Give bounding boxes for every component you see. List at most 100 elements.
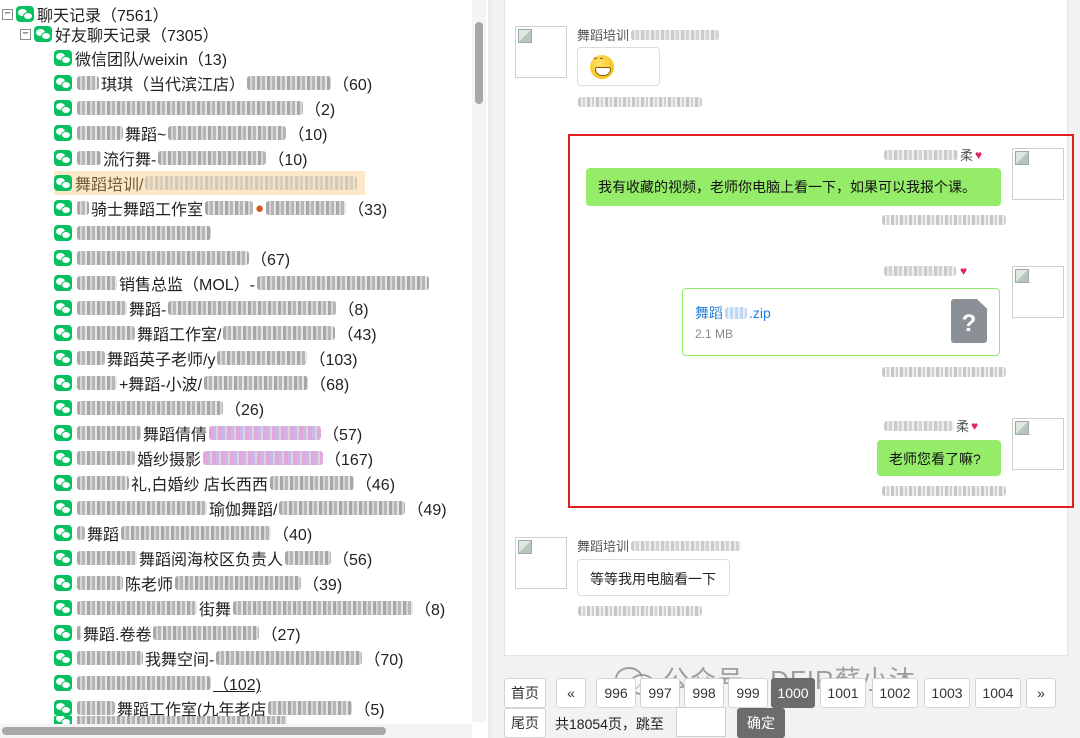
message-bubble-text[interactable]: 等等我用电脑看一下	[577, 559, 730, 596]
page-button-active[interactable]: 1000	[771, 678, 815, 708]
first-page-button[interactable]: 首页	[504, 678, 546, 708]
wechat-icon	[54, 700, 72, 716]
wechat-icon	[54, 600, 72, 616]
scrollbar-thumb[interactable]	[475, 22, 483, 104]
contact-item[interactable]: 舞蹈.卷卷 （27)	[54, 621, 301, 645]
wechat-icon	[54, 550, 72, 566]
contact-item[interactable]: 舞蹈~ （10)	[54, 121, 328, 145]
redacted-text	[266, 201, 347, 215]
contact-item[interactable]	[54, 221, 213, 245]
prev-page-button[interactable]: «	[556, 678, 586, 708]
redacted-text	[205, 201, 254, 215]
contact-item[interactable]: 陈老师 （39)	[54, 571, 342, 595]
contact-item[interactable]: 舞蹈倩倩 （57)	[54, 421, 362, 445]
redacted-text	[268, 701, 353, 715]
message-bubble-text[interactable]: 我有收藏的视频，老师你电脑上看一下，如果可以我报个课。	[586, 168, 1001, 206]
wechat-icon	[54, 400, 72, 416]
page-button[interactable]: 1002	[872, 678, 918, 708]
file-message-card[interactable]: 舞蹈 .zip 2.1 MB ?	[682, 288, 1000, 356]
heart-icon: ♥	[975, 147, 983, 162]
contact-item[interactable]: 流行舞- （10)	[54, 146, 307, 170]
collapse-icon[interactable]: −	[2, 8, 13, 20]
redacted-text	[77, 301, 127, 315]
contact-label: 琪琪（当代滨江店）	[101, 77, 246, 94]
contact-item[interactable]: 礼,白婚纱 店长西西 （46)	[54, 471, 395, 495]
contact-item[interactable]: 舞蹈阅海校区负责人 （56)	[54, 546, 372, 570]
message-bubble-text[interactable]: 老师您看了嘛?	[877, 440, 1001, 476]
page-button[interactable]: 1003	[924, 678, 970, 708]
page-button[interactable]: 1004	[975, 678, 1021, 708]
wechat-icon	[54, 500, 72, 516]
avatar	[1012, 418, 1064, 470]
sender-name: 舞蹈培训	[577, 539, 630, 554]
redacted-text	[233, 601, 414, 615]
contact-item[interactable]: （102)	[54, 671, 261, 695]
redacted-text	[884, 420, 954, 431]
file-name[interactable]: 舞蹈 .zip	[695, 303, 771, 323]
message-timestamp	[578, 606, 702, 616]
last-page-button[interactable]: 尾页	[504, 708, 546, 738]
wechat-icon	[54, 375, 72, 391]
collapse-icon[interactable]: −	[20, 28, 31, 40]
wechat-icon	[54, 300, 72, 316]
message-timestamp	[578, 97, 702, 107]
tree-vertical-scrollbar[interactable]	[472, 0, 486, 722]
redacted-text	[168, 301, 337, 315]
scrollbar-thumb[interactable]	[2, 727, 386, 735]
contact-item[interactable]: 舞蹈工作室/ （43)	[54, 321, 377, 345]
contact-item[interactable]: 舞蹈- （8)	[54, 296, 369, 320]
jump-page-input[interactable]	[676, 707, 726, 737]
grinning-face-icon	[590, 55, 614, 79]
contact-label: 街舞	[199, 602, 232, 619]
redacted-text	[77, 551, 137, 565]
message-sender: 柔 ♥	[882, 145, 982, 164]
contact-item-selected[interactable]: 舞蹈培训/	[54, 171, 366, 195]
contact-count: （68)	[310, 377, 350, 394]
wechat-icon	[54, 125, 72, 141]
redacted-text	[77, 651, 143, 665]
page-button[interactable]: 996	[596, 678, 636, 708]
tree-horizontal-scrollbar[interactable]	[0, 724, 472, 738]
contact-item[interactable]: 婚纱摄影 （167)	[54, 446, 373, 470]
contact-item[interactable]: 舞蹈英子老师/y （103)	[54, 346, 357, 370]
redacted-text	[631, 540, 742, 551]
contact-count: （26)	[225, 402, 265, 419]
contact-item[interactable]: +舞蹈-小波/ （68)	[54, 371, 349, 395]
contact-count: （2)	[305, 102, 336, 119]
contact-count: （102)	[213, 677, 262, 694]
contact-item[interactable]: 瑜伽舞蹈/ （49)	[54, 496, 447, 520]
message-text: 等等我用电脑看一下	[590, 571, 716, 587]
contact-item[interactable]: 琪琪（当代滨江店） （60)	[54, 71, 372, 95]
contact-count: （5)	[354, 702, 385, 719]
redacted-text	[77, 351, 105, 365]
next-page-button[interactable]: »	[1026, 678, 1056, 708]
redacted-text	[77, 101, 303, 115]
contact-label: 瑜伽舞蹈/	[209, 502, 278, 519]
contact-item[interactable]: 销售总监（MOL）-	[54, 271, 431, 295]
contact-item[interactable]: 舞蹈 （40)	[54, 521, 312, 545]
contact-label: 舞蹈培训/	[75, 177, 144, 194]
page-button[interactable]: 1001	[820, 678, 866, 708]
contact-label: 我舞空间-	[145, 652, 215, 669]
contact-item[interactable]: 街舞 （8)	[54, 596, 445, 620]
tree-group-node[interactable]: − 好友聊天记录（7305）	[20, 22, 219, 46]
page-button[interactable]: 997	[640, 678, 680, 708]
contact-count: （39)	[303, 577, 343, 594]
redacted-text	[77, 126, 123, 140]
confirm-jump-button[interactable]: 确定	[737, 708, 785, 738]
wechat-icon	[54, 675, 72, 691]
sender-name: 舞蹈培训	[577, 28, 630, 43]
contact-label: 流行舞-	[103, 152, 157, 169]
wechat-icon	[16, 6, 34, 22]
page-button[interactable]: 998	[684, 678, 724, 708]
contact-item[interactable]: （26)	[54, 396, 264, 420]
contact-item[interactable]: （2)	[54, 96, 335, 120]
contact-item[interactable]: 微信团队/weixin（13)	[54, 46, 227, 70]
contact-item[interactable]: 骑士舞蹈工作室 ● （33)	[54, 196, 387, 220]
contact-item-partial[interactable]	[54, 716, 289, 724]
page-button[interactable]: 999	[728, 678, 768, 708]
contact-item[interactable]: 我舞空间- （70)	[54, 646, 403, 670]
redacted-text	[168, 126, 287, 140]
message-bubble-emoji[interactable]	[577, 47, 660, 86]
contact-item[interactable]: （67)	[54, 246, 290, 270]
